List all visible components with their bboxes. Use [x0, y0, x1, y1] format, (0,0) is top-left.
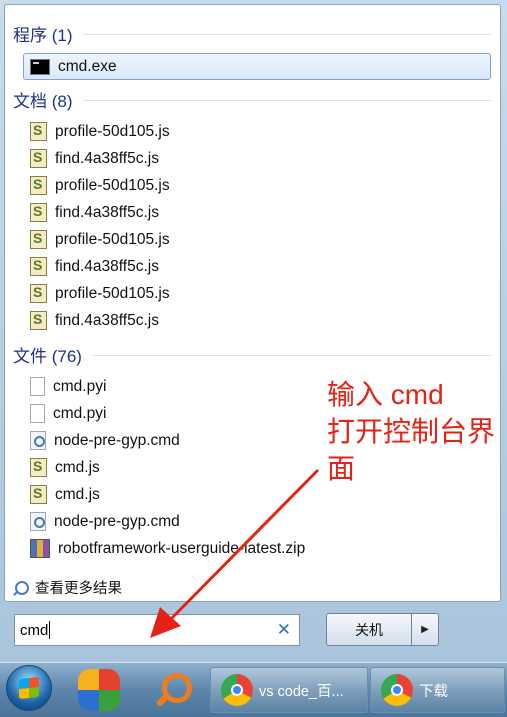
taskbar-label: 下载 — [419, 683, 448, 700]
taskbar-button-vscode-search[interactable]: vs code_百... — [210, 667, 368, 713]
chrome-icon — [381, 674, 413, 706]
taskbar-button-downloads[interactable]: 下载 — [370, 667, 505, 713]
taskbar-label: vs code_百... — [259, 683, 344, 700]
arrow-shaft — [166, 468, 320, 624]
taskbar: vs code_百... 下载 — [0, 662, 507, 717]
annotation-arrow — [150, 468, 320, 638]
start-button[interactable] — [6, 665, 52, 711]
search-app-icon[interactable] — [152, 669, 194, 711]
windows-logo-icon — [19, 676, 39, 700]
chrome-icon — [221, 674, 253, 706]
paint-app-icon[interactable] — [78, 669, 120, 711]
